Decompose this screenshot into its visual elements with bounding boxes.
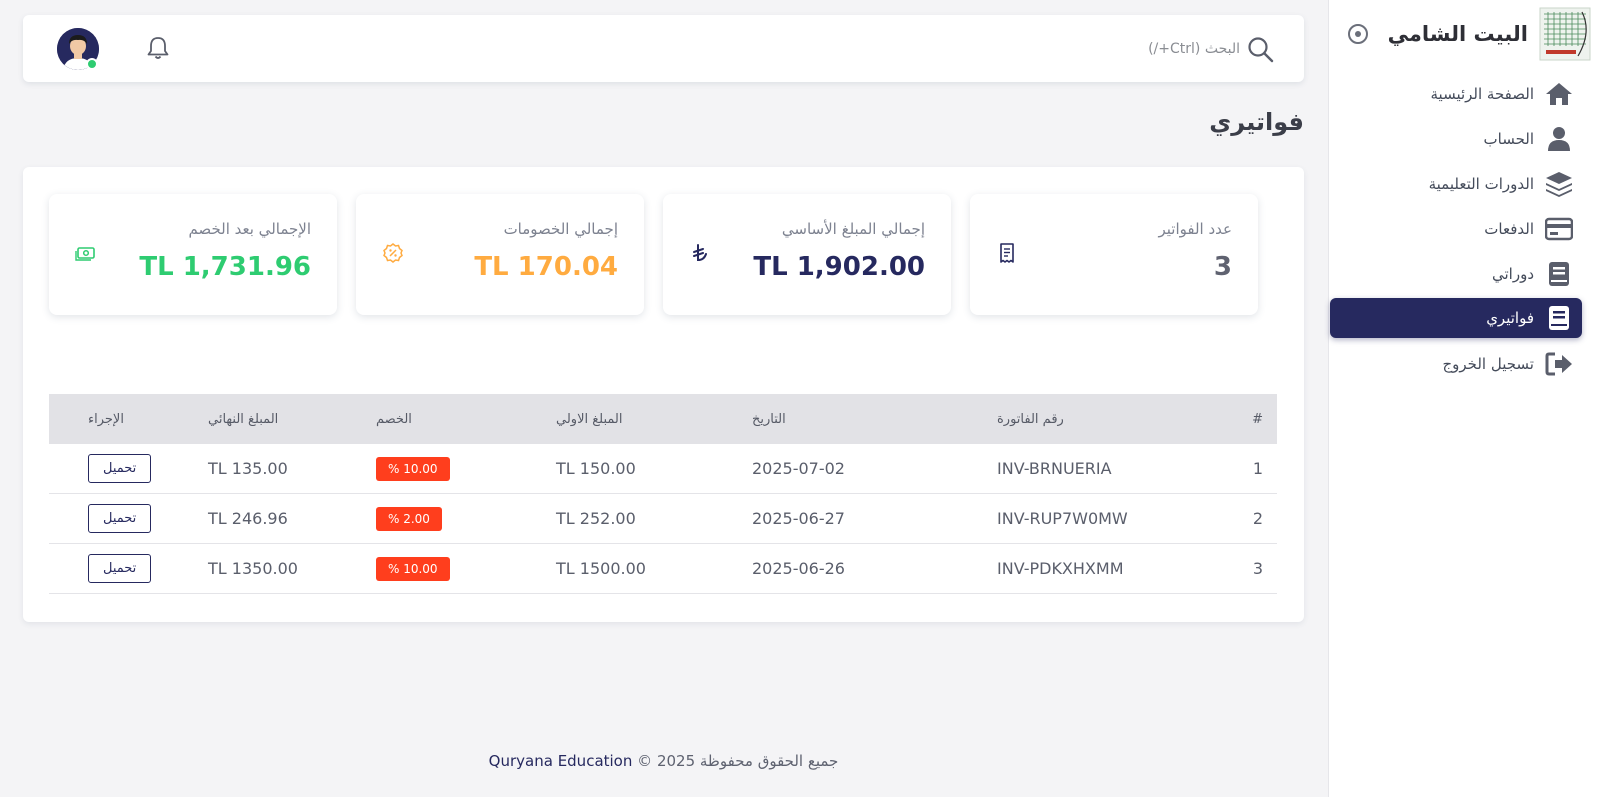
cell-action: تحميل	[88, 454, 208, 483]
receipt-icon	[1000, 243, 1014, 263]
search-icon[interactable]	[1246, 35, 1274, 63]
cell-discount: % 2.00	[376, 506, 556, 531]
brand-name: البيت الشامي	[1387, 22, 1528, 46]
footer-brand-link[interactable]: Quryana Education	[489, 752, 633, 770]
footer-copyright: جميع الحقوق محفوظة 2025 ©	[637, 752, 839, 770]
table-header: # رقم الفاتورة التاريخ المبلغ الاولي الخ…	[49, 394, 1277, 444]
sidebar-item-label: الدورات التعليمية	[1428, 175, 1534, 193]
sidebar-item-courses[interactable]: الدورات التعليمية	[1330, 164, 1582, 204]
cell-invoice: INV-PDKXHXMM	[997, 559, 1124, 578]
sidebar-item-label: فواتيري	[1486, 309, 1534, 327]
sidebar-item-my-invoices[interactable]: فواتيري	[1330, 298, 1582, 338]
sidebar-item-label: دوراتي	[1491, 265, 1534, 283]
book-icon	[1544, 259, 1574, 289]
invoices-table: # رقم الفاتورة التاريخ المبلغ الاولي الخ…	[49, 394, 1277, 594]
layers-icon	[1544, 169, 1574, 199]
col-header-action: الإجراء	[88, 411, 124, 427]
stat-card-base-total: إجمالي المبلغ الأساسي TL 1,902.00	[663, 194, 951, 315]
cell-date: 2025-07-02	[752, 459, 845, 478]
online-status-indicator	[86, 58, 98, 70]
cell-discount: % 10.00	[376, 556, 556, 581]
sidebar-item-my-courses[interactable]: دوراتي	[1330, 254, 1582, 294]
cell-final: TL 1350.00	[208, 559, 298, 578]
cell-date: 2025-06-26	[752, 559, 845, 578]
stat-label: الإجمالي بعد الخصم	[188, 220, 311, 238]
cell-invoice: INV-RUP7W0MW	[997, 509, 1128, 528]
cash-icon	[75, 247, 95, 261]
sidebar-item-logout[interactable]: تسجيل الخروج	[1330, 344, 1582, 384]
cell-final: TL 135.00	[208, 459, 288, 478]
book-icon	[1544, 303, 1574, 333]
stat-value: TL 1,902.00	[753, 252, 925, 282]
sidebar-item-label: تسجيل الخروج	[1442, 355, 1534, 373]
stat-card-net-total: الإجمالي بعد الخصم TL 1,731.96	[49, 194, 337, 315]
sidebar-item-label: الدفعات	[1484, 220, 1534, 238]
discount-badge: % 10.00	[376, 556, 450, 581]
download-button[interactable]: تحميل	[88, 554, 152, 583]
logout-icon	[1544, 349, 1574, 379]
col-header-invoice: رقم الفاتورة	[997, 411, 1064, 427]
cell-amount: TL 252.00	[556, 509, 636, 528]
sidebar-item-home[interactable]: الصفحة الرئيسية	[1330, 74, 1582, 114]
stat-label: عدد الفواتير	[1158, 220, 1233, 238]
cell-num: 1	[1252, 459, 1263, 478]
stat-label: إجمالي الخصومات	[503, 220, 618, 238]
stat-label: إجمالي المبلغ الأساسي	[781, 220, 925, 238]
sidebar-item-label: الصفحة الرئيسية	[1430, 85, 1535, 103]
stat-card-invoice-count: عدد الفواتير 3	[970, 194, 1258, 315]
cell-invoice: INV-BRNUERIA	[997, 459, 1112, 478]
sidebar-item-payments[interactable]: الدفعات	[1330, 209, 1582, 249]
sidebar-item-account[interactable]: الحساب	[1330, 119, 1582, 159]
table-row: 2 INV-RUP7W0MW 2025-06-27 TL 252.00 % 2.…	[49, 494, 1277, 544]
download-button[interactable]: تحميل	[88, 504, 152, 533]
col-header-discount: الخصم	[376, 411, 412, 427]
sidebar-toggle-icon[interactable]	[1348, 24, 1368, 44]
stat-card-discounts: إجمالي الخصومات TL 170.04	[356, 194, 644, 315]
cell-action: تحميل	[88, 554, 208, 583]
cell-num: 3	[1252, 559, 1263, 578]
cell-amount: TL 150.00	[556, 459, 636, 478]
table-row: 3 INV-PDKXHXMM 2025-06-26 TL 1500.00 % 1…	[49, 544, 1277, 594]
discount-badge: % 2.00	[376, 506, 442, 531]
cell-final: TL 246.96	[208, 509, 288, 528]
bell-icon[interactable]	[145, 35, 171, 61]
credit-card-icon	[1544, 214, 1574, 244]
cell-num: 2	[1252, 509, 1263, 528]
user-icon	[1544, 124, 1574, 154]
brand-logo-icon	[1539, 7, 1591, 61]
footer: جميع الحقوق محفوظة 2025 © Quryana Educat…	[23, 752, 1304, 770]
cell-amount: TL 1500.00	[556, 559, 646, 578]
lira-icon	[693, 244, 707, 262]
col-header-date: التاريخ	[752, 411, 786, 427]
col-header-final: المبلغ النهائي	[208, 411, 279, 427]
search-input[interactable]	[980, 35, 1240, 63]
cell-action: تحميل	[88, 504, 208, 533]
stat-value: 3	[1213, 252, 1232, 282]
invoices-card: عدد الفواتير 3 إجمالي المبلغ الأساسي TL …	[23, 167, 1304, 622]
home-icon	[1544, 79, 1574, 109]
col-header-amount: المبلغ الاولي	[556, 411, 623, 427]
discount-icon	[383, 243, 403, 263]
brand[interactable]: البيت الشامي	[1336, 4, 1592, 64]
stat-value: TL 170.04	[474, 252, 618, 282]
col-header-num: #	[1252, 411, 1263, 427]
stat-value: TL 1,731.96	[139, 252, 311, 282]
cell-date: 2025-06-27	[752, 509, 845, 528]
top-navbar	[23, 15, 1304, 82]
discount-badge: % 10.00	[376, 456, 450, 481]
download-button[interactable]: تحميل	[88, 454, 152, 483]
table-row: 1 INV-BRNUERIA 2025-07-02 TL 150.00 % 10…	[49, 444, 1277, 494]
sidebar-item-label: الحساب	[1483, 130, 1535, 148]
sidebar: البيت الشامي الصفحة الرئيسية الحساب الدو…	[1328, 0, 1600, 797]
page-title: فواتيري	[1209, 108, 1304, 136]
cell-discount: % 10.00	[376, 456, 556, 481]
